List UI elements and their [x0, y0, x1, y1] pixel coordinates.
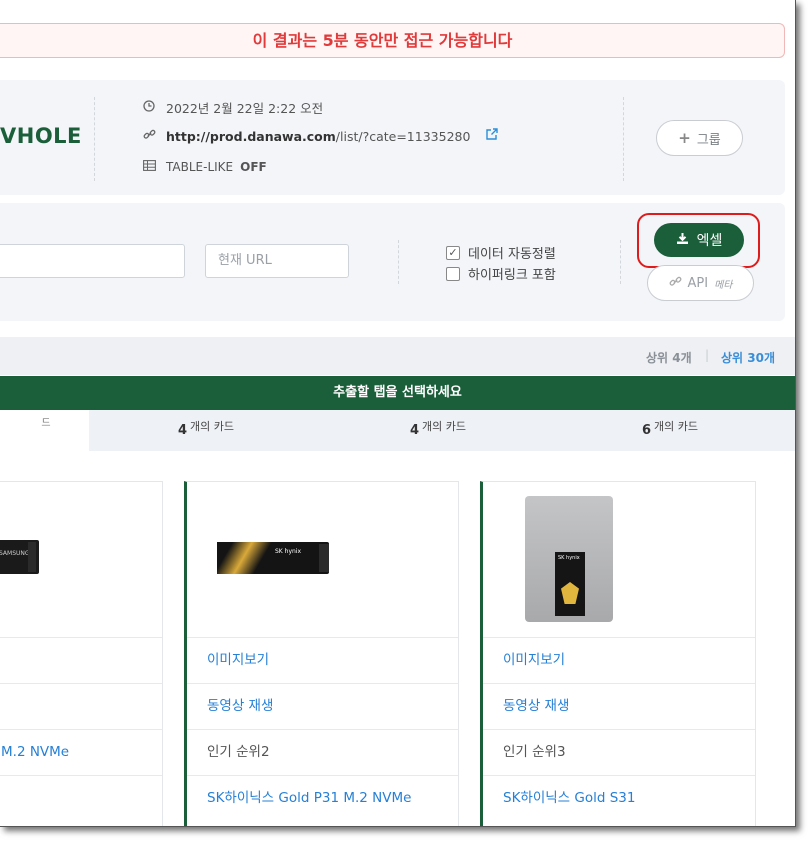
sk-hynix-logo: SK hynix: [275, 548, 302, 555]
auto-sort-checkbox-row[interactable]: ✓ 데이터 자동정렬: [446, 243, 556, 262]
current-url-input[interactable]: 현재 URL: [205, 244, 349, 278]
divider: [94, 97, 95, 181]
auto-sort-checkbox[interactable]: ✓: [446, 245, 460, 260]
product-image: SK hynix: [483, 482, 755, 637]
table-like-row: TABLE-LIKE OFF: [142, 160, 267, 174]
source-url-link[interactable]: http://prod.danawa.com/list/?cate=113352…: [166, 129, 470, 144]
samsung-ssd-image: SAMSUNG: [0, 540, 39, 574]
tab-list: 드 4 개의 카드 4 개의 카드 6 개의 카드: [0, 410, 795, 451]
plus-icon: +: [678, 129, 691, 147]
card-row-title[interactable]: M.2 NVMe: [0, 729, 162, 776]
product-image: SAMSUNG: [0, 482, 162, 637]
timestamp-row: 2022년 2월 22일 2:22 오전: [142, 98, 323, 117]
top-30-link[interactable]: 상위 30개: [721, 349, 775, 366]
table-icon: [142, 160, 156, 174]
tab-count: 6: [641, 423, 652, 438]
popularity-rank: 인기 순위3: [483, 729, 755, 776]
sk-hynix-logo: SK hynix: [558, 555, 580, 561]
group-button-label: 그룹: [696, 132, 721, 148]
product-card: SAMSUNG M.2 NVMe: [0, 481, 163, 826]
product-card: SK hynix 이미지보기 동영상 재생 인기 순위2 SK하이닉스 Gold…: [184, 481, 459, 826]
image-view-link[interactable]: 이미지보기: [483, 637, 755, 684]
video-play-link[interactable]: 동영상 재생: [187, 683, 458, 730]
pager-separator: |: [705, 348, 710, 362]
tab-3[interactable]: 6 개의 카드: [554, 410, 786, 451]
sk-hynix-m2-image: SK hynix: [217, 542, 329, 574]
hyperlink-checkbox-row[interactable]: 하이퍼링크 포함: [446, 264, 556, 283]
expiry-banner-text: 이 결과는 5분 동안만 접근 가능합니다: [252, 31, 513, 50]
link-icon: [669, 275, 682, 292]
api-button-label: API: [687, 275, 709, 291]
hyperlink-label: 하이퍼링크 포함: [468, 268, 556, 283]
tab-label: 드: [41, 418, 51, 429]
url-row: http://prod.danawa.com/list/?cate=113352…: [142, 128, 499, 144]
card-row: [0, 683, 162, 730]
timestamp-text: 2022년 2월 22일 2:22 오전: [166, 101, 324, 116]
tab-2[interactable]: 4 개의 카드: [322, 410, 554, 451]
product-name-link[interactable]: SK하이닉스 Gold S31: [483, 775, 755, 822]
card-row: [0, 775, 162, 822]
tab-count: 4: [177, 423, 188, 438]
link-icon: [142, 128, 156, 144]
divider: [623, 97, 624, 181]
url-host: http://prod.danawa.com: [166, 128, 336, 144]
tab-1[interactable]: 4 개의 카드: [90, 410, 322, 451]
tab-label: 개의 카드: [654, 420, 699, 433]
hyperlink-checkbox[interactable]: [446, 266, 460, 281]
product-image: SK hynix: [187, 482, 458, 637]
url-path: /list/?cate=11335280: [335, 128, 471, 144]
video-play-link[interactable]: 동영상 재생: [483, 683, 755, 730]
tab-count: 4: [409, 423, 420, 438]
api-meta-label: 메타: [714, 279, 733, 291]
product-card: SK hynix 이미지보기 동영상 재생 인기 순위3 SK하이닉스 Gold…: [480, 481, 756, 826]
image-view-link[interactable]: 이미지보기: [187, 637, 458, 684]
card-row: [0, 637, 162, 684]
page-title: VHOLE: [0, 124, 82, 148]
product-name-link[interactable]: SK하이닉스 Gold P31 M.2 NVMe: [187, 775, 458, 822]
clock-icon: [142, 100, 156, 115]
external-link-icon[interactable]: [486, 128, 499, 144]
sk-hynix-sata-image: SK hynix: [525, 496, 613, 622]
expiry-banner: 이 결과는 5분 동안만 접근 가능합니다: [0, 23, 785, 58]
browser-viewport: 이 결과는 5분 동안만 접근 가능합니다 VHOLE 2022년 2월 22일…: [0, 0, 796, 827]
tab-selector-header: 추출할 탭을 선택하세요: [0, 376, 795, 410]
tab-label: 개의 카드: [190, 420, 235, 433]
tab-label: 개의 카드: [422, 420, 467, 433]
table-like-label: TABLE-LIKE: [166, 160, 234, 174]
table-like-value: OFF: [240, 160, 267, 174]
excel-download-button[interactable]: 엑셀: [654, 223, 744, 257]
api-meta-button[interactable]: API 메타: [647, 265, 754, 301]
selector-input[interactable]: [0, 244, 185, 278]
group-button[interactable]: + 그룹: [656, 120, 743, 156]
samsung-logo: SAMSUNG: [0, 550, 30, 557]
download-icon: [676, 232, 689, 249]
auto-sort-label: 데이터 자동정렬: [468, 247, 556, 262]
top-4-link[interactable]: 상위 4개: [646, 349, 692, 366]
top-strip: [0, 0, 795, 14]
popularity-rank: 인기 순위2: [187, 729, 458, 776]
tab-0[interactable]: 드: [0, 410, 89, 451]
divider: [620, 240, 621, 284]
divider: [398, 240, 399, 284]
excel-button-label: 엑셀: [696, 233, 723, 249]
